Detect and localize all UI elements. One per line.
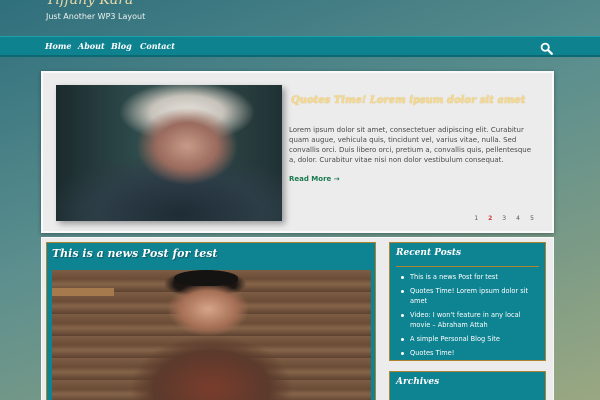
nav-item-contact[interactable]: Contact [140, 41, 175, 51]
recent-post-link[interactable]: Quotes Time! Lorem ipsum dolor sit amet [400, 286, 540, 306]
hat-decoration [174, 270, 238, 286]
slide-title[interactable]: Quotes Time! Lorem ipsum dolor sit amet [291, 95, 525, 106]
widget-title-archives: Archives [396, 377, 440, 387]
nav-item-home[interactable]: Home [45, 41, 71, 51]
pager-page-5[interactable]: 5 [526, 215, 538, 222]
slide-excerpt: Lorem ipsum dolor sit amet, consectetuer… [289, 126, 532, 164]
post-featured-image[interactable] [52, 270, 371, 400]
pager-page-4[interactable]: 4 [512, 215, 524, 222]
recent-posts-list: This is a news Post for test Quotes Time… [400, 272, 540, 362]
slide-image[interactable] [56, 85, 282, 221]
nav-item-about[interactable]: About [78, 41, 105, 51]
pager-page-1[interactable]: 1 [470, 215, 482, 222]
read-more-link[interactable]: Read More → [289, 175, 340, 183]
recent-post-link[interactable]: This is a news Post for test [400, 272, 540, 282]
pager-page-2[interactable]: 2 [484, 215, 496, 222]
news-post: This is a news Post for test [46, 242, 376, 400]
slider-pagination: 1 2 3 4 5 [470, 215, 538, 222]
recent-post-link[interactable]: Quotes Time! [400, 348, 540, 358]
recent-posts-widget: Recent Posts This is a news Post for tes… [389, 242, 546, 361]
shelf-decoration [52, 288, 114, 296]
nav-item-blog[interactable]: Blog [111, 41, 132, 51]
recent-post-link[interactable]: A simple Personal Blog Site [400, 334, 540, 344]
search-icon[interactable] [540, 40, 553, 55]
site-title[interactable]: Tiffany Kara [46, 0, 133, 8]
archives-widget: Archives [389, 371, 546, 400]
main-navigation: Home About Blog Contact [0, 36, 600, 57]
site-header: Tiffany Kara Just Another WP3 Layout [0, 0, 600, 36]
widget-title-recent-posts: Recent Posts [396, 248, 462, 258]
site-tagline: Just Another WP3 Layout [46, 12, 146, 21]
recent-post-link[interactable]: Video: I won't feature in any local movi… [400, 310, 540, 330]
featured-slider: Quotes Time! Lorem ipsum dolor sit amet … [41, 71, 554, 233]
widget-divider [396, 266, 539, 267]
pager-page-3[interactable]: 3 [498, 215, 510, 222]
post-title[interactable]: This is a news Post for test [52, 247, 218, 260]
